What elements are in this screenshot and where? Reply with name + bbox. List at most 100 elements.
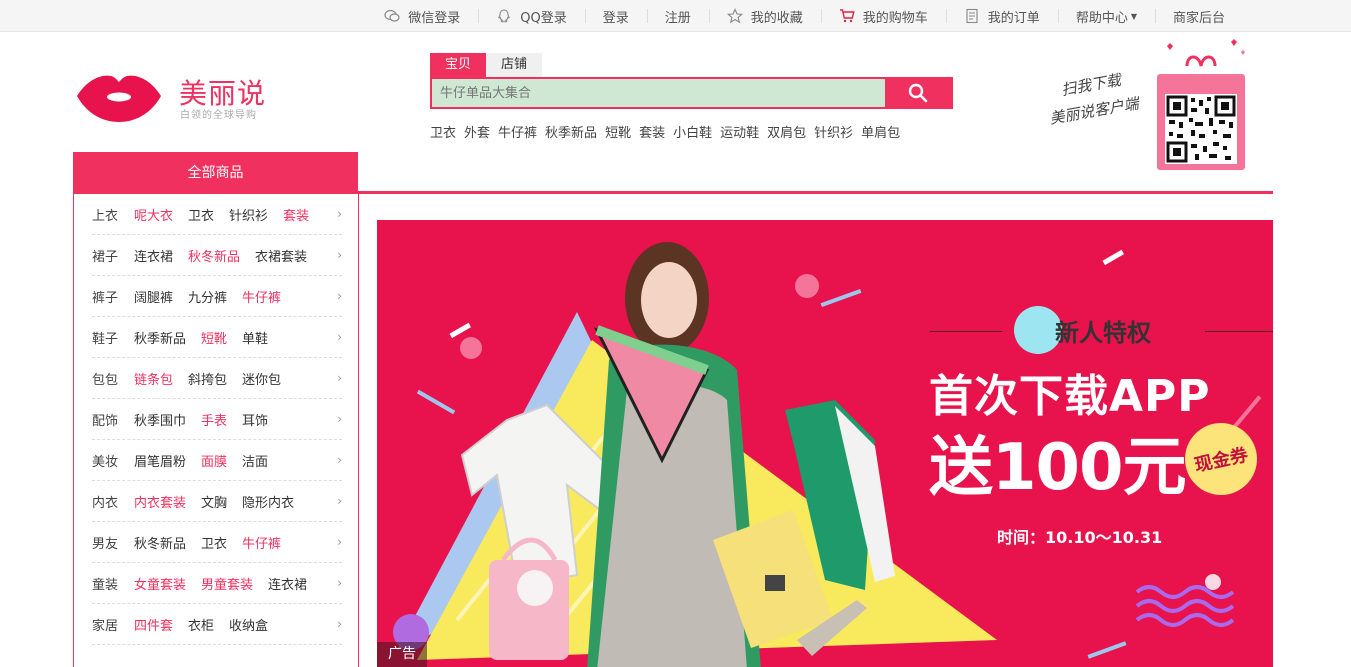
hot-word[interactable]: 秋季新品	[545, 122, 597, 141]
category-row[interactable]: 裤子 阔腿裤 九分裤 牛仔裤 ›	[92, 276, 342, 317]
category-link[interactable]: 内衣套装	[134, 492, 186, 511]
category-link[interactable]: 秋冬新品	[134, 533, 186, 552]
category-link[interactable]: 针织衫	[229, 205, 268, 224]
nav-divider	[358, 191, 1273, 194]
category-link[interactable]: 收纳盒	[229, 615, 268, 634]
login-link[interactable]: 登录	[584, 0, 647, 32]
all-categories-header[interactable]: 全部商品	[73, 152, 358, 194]
hot-word[interactable]: 小白鞋	[673, 122, 712, 141]
category-link[interactable]: 牛仔裤	[242, 533, 281, 552]
chevron-right-icon: ›	[337, 289, 342, 303]
hot-word[interactable]: 套装	[639, 122, 665, 141]
promo-banner[interactable]: 新人特权 首次下载APP 送100元 现金券 时间：10.10～10.31	[377, 220, 1273, 667]
search-area: 宝贝 店铺 卫衣 外套 牛仔裤 秋季新品 短靴 套装 小白鞋 运动鞋 双肩包 针…	[430, 53, 953, 141]
chevron-right-icon: ›	[337, 494, 342, 508]
chevron-right-icon: ›	[337, 248, 342, 262]
qr-code	[1165, 94, 1237, 164]
cart-link[interactable]: 我的购物车	[820, 0, 946, 32]
category-link[interactable]: 衣柜	[188, 615, 214, 634]
qq-login-link[interactable]: QQ登录	[478, 0, 584, 32]
category-row[interactable]: 配饰 秋季围巾 手表 耳饰 ›	[92, 399, 342, 440]
favorites-link[interactable]: 我的收藏	[708, 0, 821, 32]
qq-icon	[498, 9, 511, 23]
category-link[interactable]: 秋季新品	[134, 328, 186, 347]
category-link[interactable]: 隐形内衣	[242, 492, 294, 511]
category-row[interactable]: 美妆 眉笔眉粉 面膜 洁面 ›	[92, 440, 342, 481]
category-link[interactable]: 四件套	[134, 615, 173, 634]
category-row[interactable]: 内衣 内衣套装 文胸 隐形内衣 ›	[92, 481, 342, 522]
chevron-right-icon: ›	[337, 371, 342, 385]
merchant-backend-link[interactable]: 商家后台	[1154, 0, 1243, 32]
category-link[interactable]: 短靴	[201, 328, 227, 347]
search-icon	[908, 83, 928, 103]
category-name: 上衣	[92, 208, 119, 224]
hot-word[interactable]: 针织衫	[814, 122, 853, 141]
category-name: 童装	[92, 577, 119, 593]
category-link[interactable]: 卫衣	[201, 533, 227, 552]
category-link[interactable]: 斜挎包	[188, 369, 227, 388]
category-menu: 上衣 呢大衣 卫衣 针织衫 套装 › 裙子 连衣裙 秋冬新品 衣裙套装 › 裤子 阔腿裤 九分裤 牛仔裤 › 鞋…	[73, 194, 359, 667]
promo-time: 时间：10.10～10.31	[997, 528, 1163, 547]
category-link[interactable]: 迷你包	[242, 369, 281, 388]
tab-items[interactable]: 宝贝	[430, 53, 486, 77]
merchant-backend-label: 商家后台	[1172, 10, 1225, 26]
ad-tag: 广告	[377, 642, 427, 667]
category-link[interactable]: 阔腿裤	[134, 287, 173, 306]
category-link[interactable]: 秋季围巾	[134, 410, 186, 429]
banner-headline: 首次下载APP	[929, 371, 1211, 422]
category-row[interactable]: 包包 链条包 斜挎包 迷你包 ›	[92, 358, 342, 399]
newcomer-badge: 新人特权	[1055, 318, 1151, 347]
category-link[interactable]: 眉笔眉粉	[134, 451, 186, 470]
hot-word[interactable]: 单肩包	[861, 122, 900, 141]
app-download-promo: 扫我下载 美丽说客户端	[1045, 36, 1255, 176]
category-link[interactable]: 秋冬新品	[188, 246, 240, 265]
category-row[interactable]: 裙子 连衣裙 秋冬新品 衣裙套装 ›	[92, 235, 342, 276]
register-label: 注册	[664, 10, 691, 26]
category-link[interactable]: 女童套装	[134, 574, 186, 593]
category-name: 配饰	[92, 413, 119, 429]
orders-link[interactable]: 我的订单	[945, 0, 1058, 32]
category-link[interactable]: 连衣裙	[134, 246, 173, 265]
category-link[interactable]: 耳饰	[242, 410, 268, 429]
order-icon	[966, 8, 978, 24]
category-link[interactable]: 呢大衣	[134, 205, 173, 224]
hot-word[interactable]: 外套	[464, 122, 490, 141]
hot-word[interactable]: 双肩包	[767, 122, 806, 141]
wechat-login-link[interactable]: 微信登录	[366, 0, 478, 32]
category-row[interactable]: 男友 秋冬新品 卫衣 牛仔裤 ›	[92, 522, 342, 563]
hot-word[interactable]: 运动鞋	[720, 122, 759, 141]
category-row[interactable]: 童装 女童套装 男童套装 连衣裙 ›	[92, 563, 342, 604]
hot-word[interactable]: 牛仔裤	[498, 122, 537, 141]
hot-word[interactable]: 卫衣	[430, 122, 456, 141]
category-link[interactable]: 链条包	[134, 369, 173, 388]
category-link[interactable]: 文胸	[201, 492, 227, 511]
search-box	[430, 77, 953, 109]
category-link[interactable]: 单鞋	[242, 328, 268, 347]
search-input[interactable]	[432, 79, 885, 107]
search-button[interactable]	[885, 79, 951, 107]
hot-word[interactable]: 短靴	[605, 122, 631, 141]
category-row[interactable]: 上衣 呢大衣 卫衣 针织衫 套装 ›	[92, 194, 342, 235]
category-link[interactable]: 面膜	[201, 451, 227, 470]
category-link[interactable]: 手表	[201, 410, 227, 429]
register-link[interactable]: 注册	[646, 0, 709, 32]
category-row[interactable]: 鞋子 秋季新品 短靴 单鞋 ›	[92, 317, 342, 358]
badge-line-right	[1205, 331, 1273, 332]
star-icon	[726, 8, 743, 24]
help-center-menu[interactable]: 帮助中心 ▼	[1057, 0, 1155, 32]
tab-shops[interactable]: 店铺	[486, 53, 542, 77]
category-link[interactable]: 洁面	[242, 451, 268, 470]
category-link[interactable]: 套装	[283, 205, 309, 224]
category-link[interactable]: 衣裙套装	[255, 246, 307, 265]
category-link[interactable]: 连衣裙	[268, 574, 307, 593]
category-name: 内衣	[92, 495, 119, 511]
chevron-right-icon: ›	[337, 207, 342, 221]
category-link[interactable]: 牛仔裤	[242, 287, 281, 306]
chevron-right-icon: ›	[337, 535, 342, 549]
category-row[interactable]: 家居 四件套 衣柜 收纳盒 ›	[92, 604, 342, 645]
category-link[interactable]: 男童套装	[201, 574, 253, 593]
category-link[interactable]: 卫衣	[188, 205, 214, 224]
category-link[interactable]: 九分裤	[188, 287, 227, 306]
site-logo[interactable]: 美丽说 白领的全球导购	[75, 70, 275, 125]
badge-line-left	[930, 331, 1002, 332]
